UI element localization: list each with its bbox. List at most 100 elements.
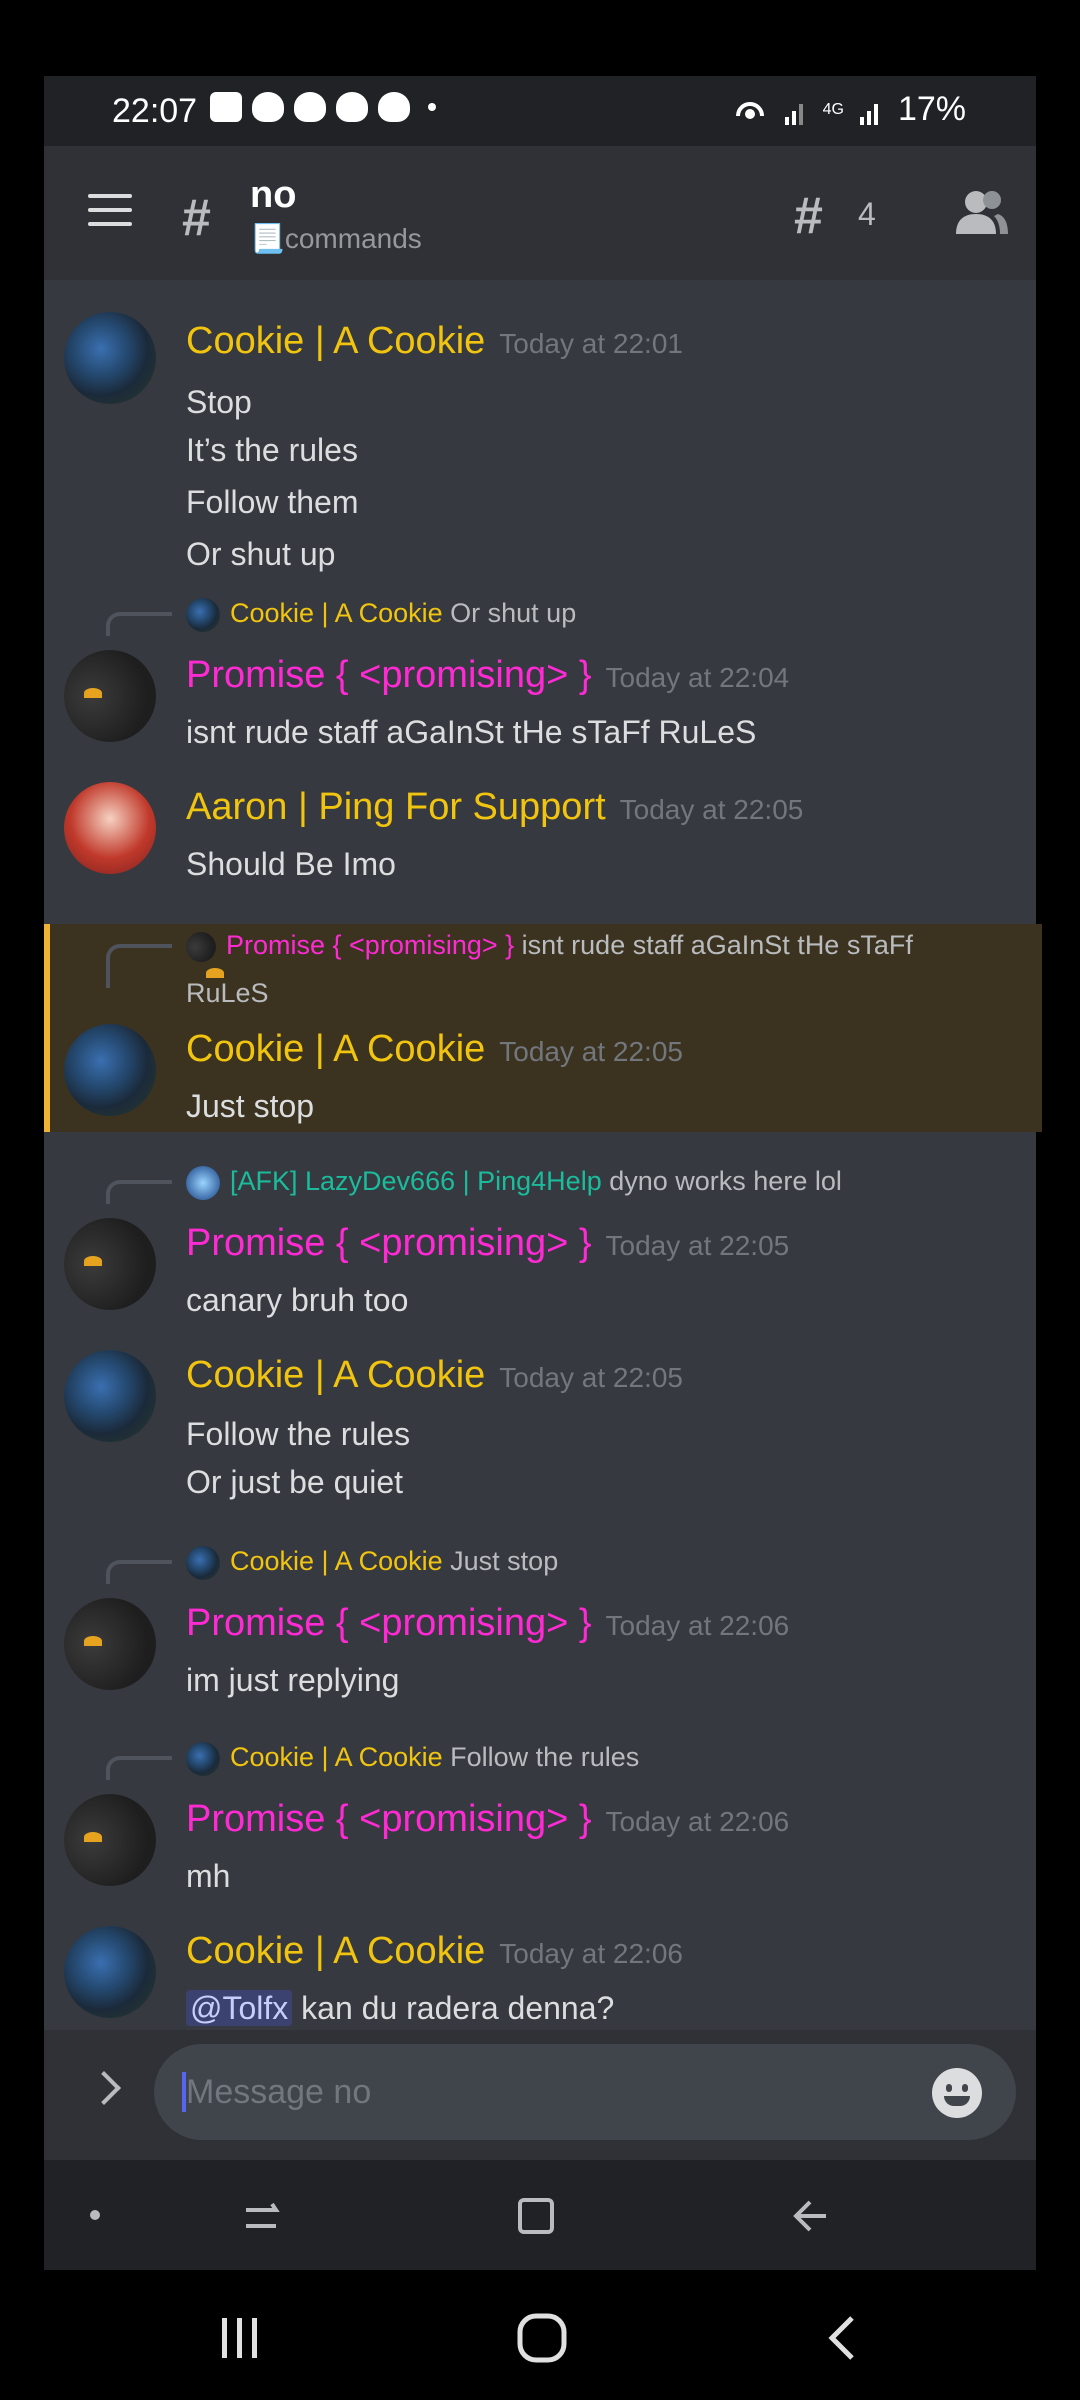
message-timestamp: Today at 22:05: [499, 1036, 683, 1067]
avatar[interactable]: [64, 312, 156, 404]
recent-apps-icon[interactable]: [218, 2314, 262, 2362]
reply-preview[interactable]: Cookie | A Cookie Just stop: [186, 1546, 558, 1580]
avatar[interactable]: [64, 1350, 156, 1442]
message-line: Just stop: [186, 1088, 315, 1124]
message-timestamp: Today at 22:01: [499, 328, 683, 359]
discord-notification-icon: [252, 92, 284, 122]
reply-preview[interactable]: Promise { <promising> } isnt rude staff …: [186, 930, 913, 962]
emoji-icon[interactable]: [932, 2068, 982, 2118]
author-name[interactable]: Cookie | A Cookie: [186, 1354, 485, 1396]
user-mention[interactable]: @Tolfx: [186, 1990, 293, 2026]
message-input[interactable]: [184, 2064, 908, 2120]
reply-connector: [106, 1560, 172, 1584]
threads-count: 4: [858, 196, 876, 232]
channel-name[interactable]: no: [250, 174, 296, 217]
reply-avatar: [186, 931, 216, 962]
home-icon[interactable]: [516, 2312, 568, 2364]
reply-author: Cookie | A Cookie: [230, 1546, 443, 1577]
reply-text: dyno works here lol: [609, 1166, 842, 1197]
message-line: canary bruh too: [186, 1282, 409, 1318]
signal-icon: [784, 103, 803, 125]
signal-icon: [859, 103, 878, 125]
status-time: 22:07: [112, 92, 198, 130]
avatar[interactable]: [64, 1926, 156, 2018]
message-line: mh: [186, 1858, 231, 1894]
message-timestamp: Today at 22:05: [619, 794, 804, 825]
author-name[interactable]: Promise { <promising> }: [186, 654, 592, 696]
network-type: 4G: [822, 100, 844, 118]
avatar[interactable]: [64, 1218, 156, 1310]
reply-preview[interactable]: Cookie | A Cookie Or shut up: [186, 598, 576, 632]
notification-icons: [210, 92, 436, 122]
channel-subtitle: 📃commands: [250, 223, 422, 254]
reply-text: Follow the rules: [450, 1742, 640, 1773]
status-bar: 22:07 4G 17%: [44, 76, 1036, 146]
author-name[interactable]: Cookie | A Cookie: [186, 1930, 485, 1972]
avatar[interactable]: [64, 650, 156, 742]
reply-text-cont: RuLeS: [186, 978, 269, 1008]
reply-preview[interactable]: [AFK] LazyDev666 | Ping4Help dyno works …: [186, 1166, 842, 1200]
message-timestamp: Today at 22:06: [499, 1938, 683, 1969]
author-name[interactable]: Promise { <promising> }: [186, 1222, 592, 1264]
message-line: It’s the rules: [186, 432, 358, 468]
reply-avatar: [186, 1166, 220, 1200]
message-text: kan du radera denna?: [292, 1990, 615, 2026]
avatar[interactable]: [64, 1794, 156, 1886]
reply-text: Or shut up: [450, 598, 577, 629]
chevron-right-icon[interactable]: [87, 2071, 121, 2105]
back-icon[interactable]: [824, 2314, 860, 2362]
message-timestamp: Today at 22:04: [605, 662, 790, 693]
avatar[interactable]: [64, 1024, 156, 1116]
reply-connector: [106, 1756, 172, 1780]
message-author[interactable]: Promise { <promising> } Today at 22:06: [186, 1798, 789, 1841]
reply-connector: [106, 1180, 172, 1204]
message-author[interactable]: Cookie | A Cookie Today at 22:05: [186, 1354, 683, 1397]
message-author[interactable]: Aaron | Ping For Support Today at 22:05: [186, 786, 803, 829]
message-line: Or just be quiet: [186, 1464, 403, 1500]
discord-notification-icon: [378, 92, 410, 122]
dot-icon: [90, 2210, 100, 2220]
message-timestamp: Today at 22:05: [499, 1362, 683, 1393]
message-author[interactable]: Cookie | A Cookie Today at 22:05: [186, 1028, 683, 1071]
author-name[interactable]: Cookie | A Cookie: [186, 320, 485, 362]
reply-author: Cookie | A Cookie: [230, 598, 443, 629]
status-right: 4G 17%: [731, 90, 966, 129]
author-name[interactable]: Promise { <promising> }: [186, 1602, 592, 1644]
message-author[interactable]: Cookie | A Cookie Today at 22:01: [186, 320, 683, 363]
author-name[interactable]: Cookie | A Cookie: [186, 1028, 485, 1070]
message-author[interactable]: Promise { <promising> } Today at 22:05: [186, 1222, 789, 1265]
author-name[interactable]: Promise { <promising> }: [186, 1798, 592, 1840]
message-line: Follow the rules: [186, 1416, 411, 1452]
chat-notification-icon: [210, 92, 242, 122]
message-composer: [44, 2030, 1036, 2160]
members-icon[interactable]: [952, 188, 1008, 238]
hamburger-menu-icon[interactable]: [88, 194, 132, 230]
message-timestamp: Today at 22:06: [605, 1806, 790, 1837]
message-timestamp: Today at 22:05: [605, 1230, 790, 1261]
reply-author: Promise { <promising> }: [226, 930, 515, 960]
threads-icon[interactable]: #: [794, 186, 823, 246]
recent-apps-gesture-icon[interactable]: [240, 2196, 284, 2236]
reply-connector: [106, 612, 172, 636]
message-author[interactable]: Promise { <promising> } Today at 22:04: [186, 654, 789, 697]
reply-text: Just stop: [450, 1546, 559, 1577]
home-gesture-icon[interactable]: [514, 2194, 558, 2238]
message-author[interactable]: Cookie | A Cookie Today at 22:06: [186, 1930, 683, 1973]
message-author[interactable]: Promise { <promising> } Today at 22:06: [186, 1602, 789, 1645]
message-line: Should Be Imo: [186, 846, 396, 882]
discord-notification-icon: [336, 92, 368, 122]
thread-hash-icon: #: [182, 189, 211, 247]
avatar[interactable]: [64, 1598, 156, 1690]
message-line: Stop: [186, 384, 252, 420]
back-gesture-icon[interactable]: [790, 2194, 834, 2238]
message-list: Cookie | A Cookie Today at 22:01 Stop It’…: [44, 280, 1042, 2030]
discord-notification-icon: [294, 92, 326, 122]
channel-header: # no 📃commands # 4: [44, 146, 1036, 280]
reply-text: isnt rude staff aGaInSt tHe sTaFf: [521, 930, 913, 960]
reply-preview[interactable]: Cookie | A Cookie Follow the rules: [186, 1742, 639, 1776]
avatar[interactable]: [64, 782, 156, 874]
hotspot-icon: [735, 101, 764, 119]
system-navigation-bar: [0, 2270, 1080, 2400]
reply-connector: [106, 944, 172, 988]
author-name[interactable]: Aaron | Ping For Support: [186, 786, 606, 828]
